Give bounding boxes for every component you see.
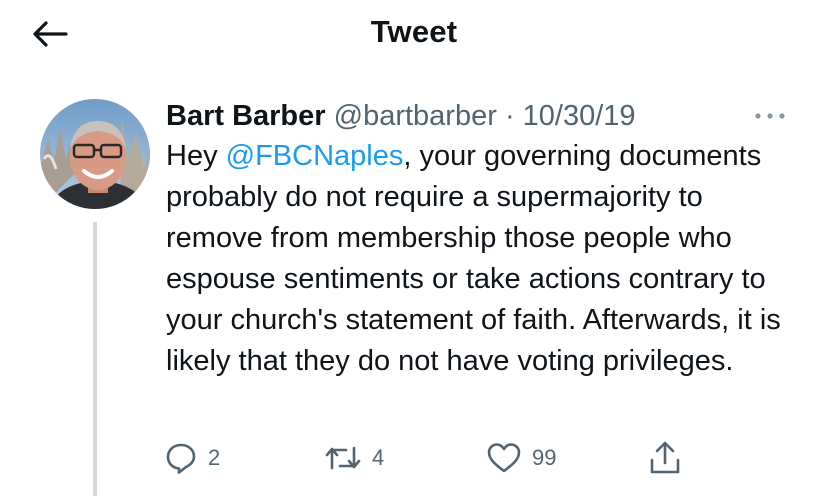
tweet-actions: 2 4 99 bbox=[164, 438, 724, 478]
tweet-text-body: , your governing documents probably do n… bbox=[166, 140, 781, 377]
tweet-header: Bart Barber @bartbarber · 10/30/19 bbox=[166, 98, 636, 134]
mention-link[interactable]: @FBCNaples bbox=[226, 140, 404, 172]
tweet-date[interactable]: 10/30/19 bbox=[523, 100, 636, 132]
like-count: 99 bbox=[532, 445, 557, 470]
reply-count: 2 bbox=[208, 445, 221, 470]
tweet-text: Hey @FBCNaples, your governing documents… bbox=[166, 136, 786, 382]
author-handle[interactable]: @bartbarber bbox=[334, 100, 497, 132]
like-button[interactable]: 99 bbox=[486, 438, 556, 478]
author-name[interactable]: Bart Barber bbox=[166, 100, 326, 132]
more-horizontal-icon bbox=[755, 113, 785, 119]
retweet-icon bbox=[325, 446, 361, 470]
retweet-button[interactable]: 4 bbox=[324, 438, 384, 478]
reply-icon bbox=[166, 443, 196, 474]
share-button[interactable] bbox=[648, 438, 682, 478]
avatar[interactable] bbox=[40, 99, 150, 209]
share-icon bbox=[650, 441, 680, 474]
top-bar: Tweet bbox=[0, 0, 828, 70]
tweet-detail-page: Tweet Bart Barber @bartbarber · 10/30/19… bbox=[0, 0, 828, 496]
reply-button[interactable]: 2 bbox=[164, 438, 220, 478]
meta-separator: · bbox=[504, 100, 515, 132]
heart-icon bbox=[487, 443, 521, 473]
profile-photo bbox=[40, 99, 150, 209]
thread-line bbox=[93, 222, 97, 496]
retweet-count: 4 bbox=[372, 445, 385, 470]
tweet-text-prefix: Hey bbox=[166, 140, 226, 172]
page-title: Tweet bbox=[370, 14, 458, 49]
more-options-button[interactable] bbox=[752, 104, 788, 128]
